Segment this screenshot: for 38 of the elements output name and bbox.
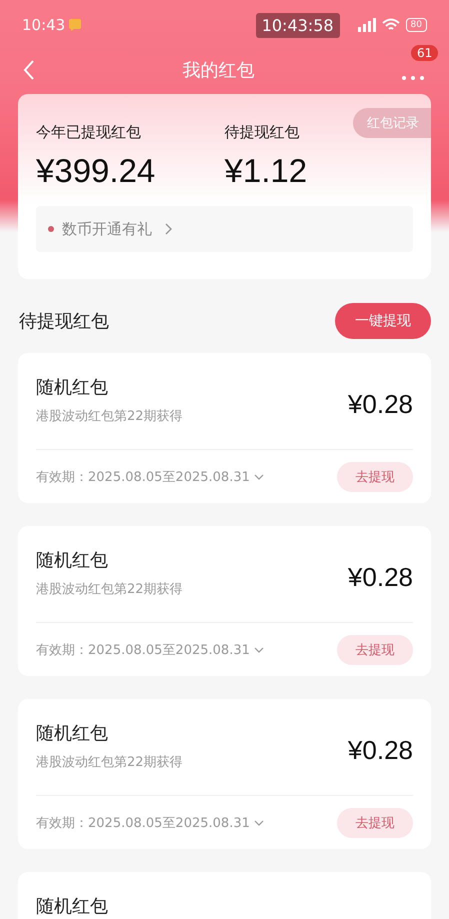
section-title: 待提现红包 <box>19 310 109 333</box>
chevron-down-icon[interactable] <box>254 820 264 826</box>
packet-title: 随机红包 <box>36 376 109 399</box>
more-icon[interactable] <box>401 75 425 81</box>
withdraw-all-button[interactable]: 一键提现 <box>335 303 431 339</box>
chevron-down-icon[interactable] <box>254 474 264 480</box>
packet-source: 港股波动红包第22期获得 <box>36 581 183 598</box>
packet-title: 随机红包 <box>36 895 108 918</box>
page-title: 我的红包 <box>182 59 256 82</box>
withdraw-button[interactable]: 去提现 <box>337 462 413 492</box>
wifi-icon <box>382 18 400 32</box>
packet-amount: ¥0.28 <box>348 735 413 766</box>
chevron-icon <box>164 223 172 235</box>
withdraw-button[interactable]: 去提现 <box>337 808 413 838</box>
withdraw-button[interactable]: 去提现 <box>337 635 413 665</box>
stat-amount: ¥1.12 <box>224 152 308 190</box>
validity-text: 有效期：2025.08.05至2025.08.31 <box>36 815 250 832</box>
promo-link[interactable]: 数币开通有礼 <box>36 206 413 252</box>
packet-amount: ¥0.28 <box>348 562 413 593</box>
packet-source: 港股波动红包第22期获得 <box>36 754 183 771</box>
stat-label: 待提现红包 <box>224 123 300 142</box>
message-icon <box>69 19 82 31</box>
promo-text: 数币开通有礼 <box>62 220 152 238</box>
packet-title: 随机红包 <box>36 549 109 572</box>
stat-label: 今年已提现红包 <box>36 123 141 142</box>
chevron-down-icon[interactable] <box>254 647 264 653</box>
back-icon[interactable] <box>22 59 36 81</box>
battery-indicator: 80 <box>406 18 427 32</box>
packet-source: 港股波动红包第22期获得 <box>36 408 183 425</box>
notification-badge: 61 <box>411 45 438 61</box>
stat-amount: ¥399.24 <box>36 152 156 190</box>
record-button[interactable]: 红包记录 <box>353 108 431 138</box>
status-time: 10:43 <box>22 16 66 34</box>
packet-title: 随机红包 <box>36 722 109 745</box>
clock-overlay: 10:43:58 <box>256 12 340 38</box>
validity-text: 有效期：2025.08.05至2025.08.31 <box>36 469 250 486</box>
packet-amount: ¥0.28 <box>348 389 413 420</box>
validity-text: 有效期：2025.08.05至2025.08.31 <box>36 642 250 659</box>
